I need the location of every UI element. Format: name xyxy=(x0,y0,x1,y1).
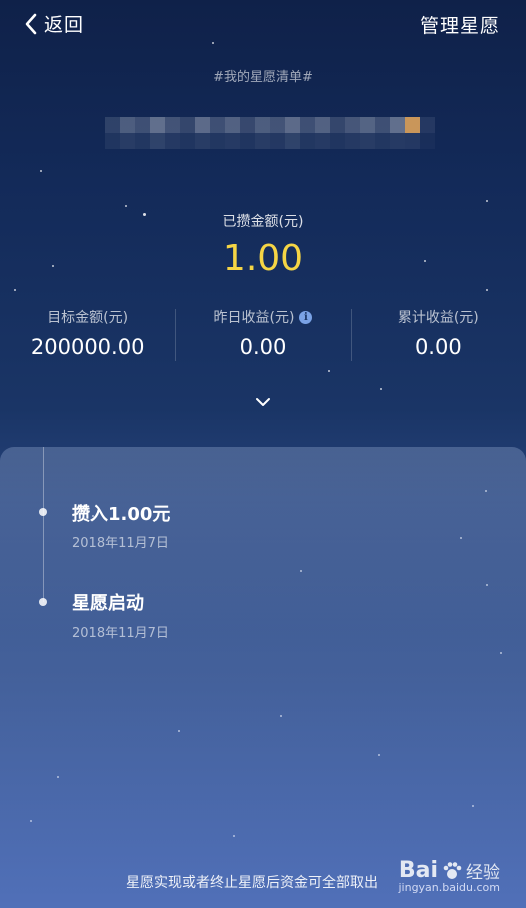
paw-icon xyxy=(443,861,462,879)
timeline-item-date: 2018年11月7日 xyxy=(72,536,169,551)
timeline-item-title: 星愿启动 xyxy=(72,593,144,614)
stat-target-label: 目标金额(元) xyxy=(47,310,129,326)
chevron-left-icon xyxy=(25,13,37,34)
timeline-item-title: 攒入1.00元 xyxy=(72,504,171,525)
stat-yesterday-value: 0.00 xyxy=(239,335,287,359)
saved-amount-value: 1.00 xyxy=(222,238,304,279)
watermark-brand: Bai xyxy=(398,858,438,883)
stat-cumulative-value: 0.00 xyxy=(414,335,462,359)
timeline-item-date: 2018年11月7日 xyxy=(72,626,169,641)
stat-yesterday-label: 昨日收益(元) xyxy=(213,310,295,326)
watermark-url: jingyan.baidu.com xyxy=(398,881,500,894)
stat-yesterday: 昨日收益(元) i 0.00 xyxy=(175,305,350,365)
top-bar: 返回 管理星愿 xyxy=(0,0,526,48)
stat-cumulative-label: 累计收益(元) xyxy=(397,310,479,326)
timeline-line xyxy=(43,447,44,602)
info-icon[interactable]: i xyxy=(299,310,313,324)
manage-wishes-button[interactable]: 管理星愿 xyxy=(420,11,500,38)
watermark-suffix: 经验 xyxy=(466,863,500,883)
stat-target: 目标金额(元) 200000.00 xyxy=(0,305,175,365)
wishlist-tag: #我的星愿清单# xyxy=(213,70,313,85)
timeline-dot xyxy=(39,598,47,606)
timeline-dot xyxy=(39,508,47,516)
chevron-down-icon[interactable] xyxy=(252,394,274,410)
stat-target-value: 200000.00 xyxy=(30,335,145,359)
stats-row: 目标金额(元) 200000.00 昨日收益(元) i 0.00 累计收益(元)… xyxy=(0,305,526,365)
stat-cumulative: 累计收益(元) 0.00 xyxy=(350,305,526,365)
mosaic-block xyxy=(105,117,435,149)
baidu-jingyan-watermark: Bai 经验 jingyan.baidu.com xyxy=(398,858,500,894)
saved-amount-label: 已攒金额(元) xyxy=(222,214,304,230)
back-button[interactable]: 返回 xyxy=(22,10,84,37)
back-label: 返回 xyxy=(44,14,85,36)
footer-note: 星愿实现或者终止星愿后资金可全部取出 xyxy=(126,875,378,891)
